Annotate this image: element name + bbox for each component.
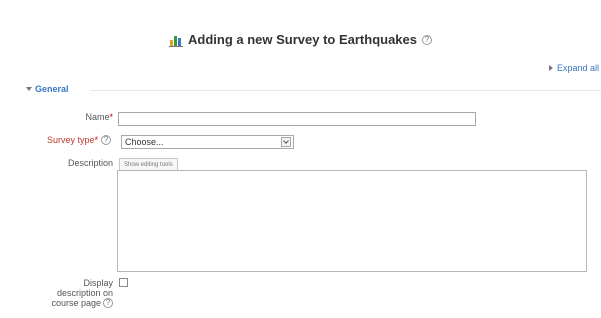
description-label: Description: [67, 158, 113, 168]
description-textarea[interactable]: [117, 170, 587, 272]
name-label: Name*: [85, 112, 113, 122]
survey-type-label: Survey type* ?: [47, 135, 111, 145]
expand-arrow-icon: [548, 65, 553, 71]
display-description-checkbox[interactable]: [119, 278, 128, 287]
survey-type-selected: Choose...: [125, 137, 164, 147]
page-heading: Adding a new Survey to Earthquakes ?: [0, 32, 601, 47]
survey-type-select[interactable]: Choose...: [121, 135, 294, 149]
general-section-legend: General: [35, 84, 69, 94]
name-input[interactable]: [118, 112, 476, 126]
survey-chart-icon: [169, 35, 183, 47]
page-title: Adding a new Survey to Earthquakes: [188, 32, 417, 47]
expand-all-label: Expand all: [556, 63, 599, 73]
help-icon[interactable]: ?: [103, 298, 113, 308]
required-mark: *: [109, 112, 113, 122]
help-icon[interactable]: ?: [422, 34, 432, 45]
dropdown-arrow-icon[interactable]: [281, 137, 291, 147]
help-icon[interactable]: ?: [101, 135, 111, 145]
expand-all-link[interactable]: Expand all: [548, 63, 599, 73]
collapse-arrow-icon: [26, 87, 32, 91]
display-description-label: Display description on course page ?: [51, 278, 113, 308]
general-section-toggle[interactable]: General: [26, 84, 69, 94]
section-divider: [90, 90, 601, 91]
